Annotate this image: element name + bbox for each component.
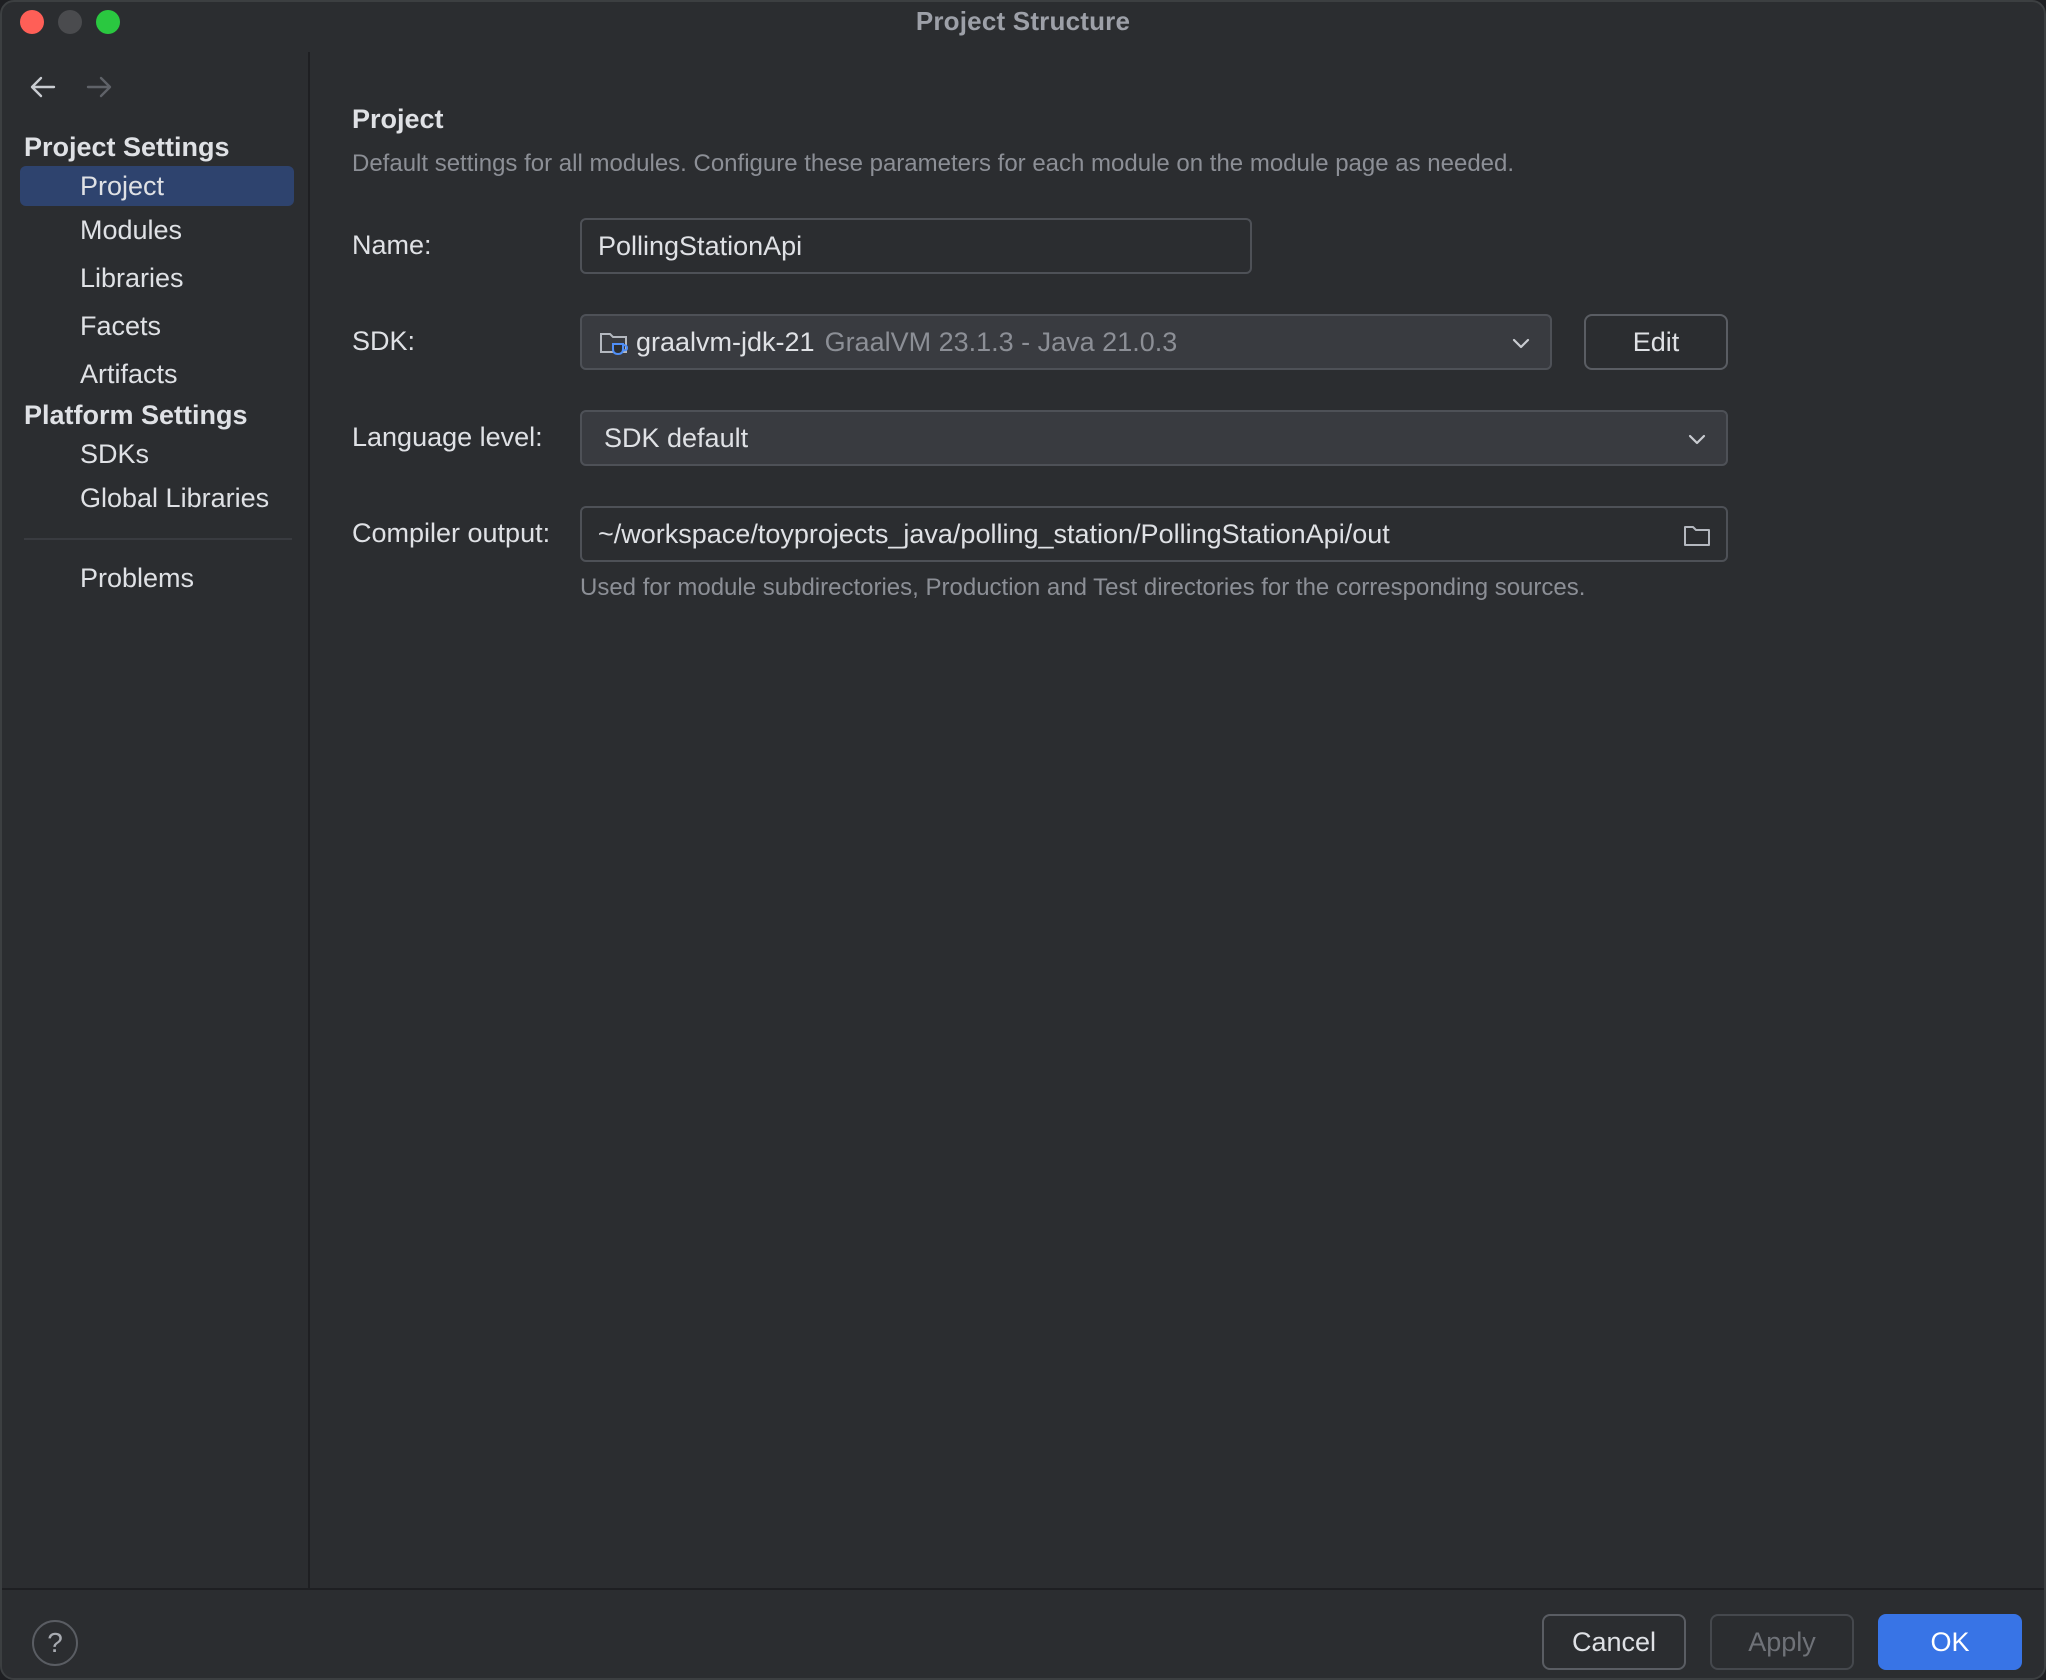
page-title: Project (352, 104, 444, 134)
name-label: Name: (352, 230, 432, 260)
sidebar: Project Settings Project Modules Librari… (2, 52, 310, 1588)
sdk-folder-icon (600, 333, 629, 356)
ok-button[interactable]: OK (1878, 1614, 2022, 1670)
help-button[interactable]: ? (32, 1620, 78, 1666)
main-panel: Project Default settings for all modules… (312, 52, 2044, 1588)
sdk-edit-button[interactable]: Edit (1584, 314, 1728, 370)
language-level-select[interactable]: SDK default (580, 410, 1728, 466)
sidebar-item-global-libraries[interactable]: Global Libraries (20, 478, 294, 518)
platform-settings-heading: Platform Settings (24, 400, 248, 430)
page-description: Default settings for all modules. Config… (352, 150, 1515, 177)
sidebar-item-artifacts[interactable]: Artifacts (20, 354, 294, 394)
history-navigation (28, 72, 114, 102)
sidebar-item-project[interactable]: Project (20, 166, 294, 206)
sidebar-item-problems[interactable]: Problems (20, 558, 294, 598)
project-settings-heading: Project Settings (24, 132, 230, 162)
project-structure-dialog: Project Structure Project Settings Proje… (0, 0, 2046, 1680)
sdk-name: graalvm-jdk-21 (636, 326, 815, 357)
cancel-button[interactable]: Cancel (1542, 1614, 1686, 1670)
minimize-window-button[interactable] (58, 10, 82, 34)
compiler-output-label: Compiler output: (352, 518, 551, 548)
sidebar-item-sdks[interactable]: SDKs (20, 434, 294, 474)
sdk-select[interactable]: graalvm-jdk-21 GraalVM 23.1.3 - Java 21.… (580, 314, 1552, 370)
sdk-version: GraalVM 23.1.3 - Java 21.0.3 (824, 326, 1178, 357)
folder-icon[interactable] (1682, 520, 1712, 550)
back-button[interactable] (28, 72, 58, 102)
name-field[interactable]: PollingStationApi (580, 218, 1252, 274)
sidebar-item-facets[interactable]: Facets (20, 306, 294, 346)
name-value: PollingStationApi (598, 230, 803, 261)
title-bar: Project Structure (2, 2, 2044, 40)
compiler-output-field[interactable]: ~/workspace/toyprojects_java/polling_sta… (580, 506, 1728, 562)
chevron-down-icon (1512, 338, 1530, 349)
question-mark-icon: ? (47, 1627, 63, 1658)
sidebar-item-libraries[interactable]: Libraries (20, 258, 294, 298)
dialog-footer: ? Cancel Apply OK (2, 1588, 2044, 1678)
window-controls (20, 10, 120, 34)
chevron-down-icon (1688, 434, 1706, 445)
arrow-right-icon (86, 76, 112, 98)
sidebar-item-modules[interactable]: Modules (20, 210, 294, 250)
arrow-left-icon (30, 76, 56, 98)
close-window-button[interactable] (20, 10, 44, 34)
window-title: Project Structure (915, 5, 1131, 36)
maximize-window-button[interactable] (96, 10, 120, 34)
sdk-label: SDK: (352, 326, 416, 356)
compiler-output-value: ~/workspace/toyprojects_java/polling_sta… (598, 518, 1390, 549)
language-level-label: Language level: (352, 422, 543, 452)
apply-button[interactable]: Apply (1710, 1614, 1854, 1670)
sidebar-divider (24, 538, 292, 540)
forward-button[interactable] (84, 72, 114, 102)
language-level-value: SDK default (604, 422, 749, 453)
compiler-output-hint: Used for module subdirectories, Producti… (580, 574, 1586, 601)
